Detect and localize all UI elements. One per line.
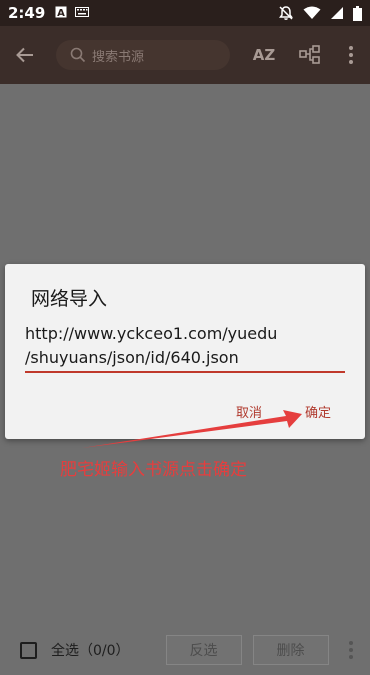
screen: 2:49 A 搜索书源 AZ 全选（0/0） 反选 删除 网络导入 http:/…	[0, 0, 370, 675]
annotation-text: 肥宅姬输入书源点击确定	[60, 460, 247, 480]
annotation-arrow	[82, 410, 302, 448]
